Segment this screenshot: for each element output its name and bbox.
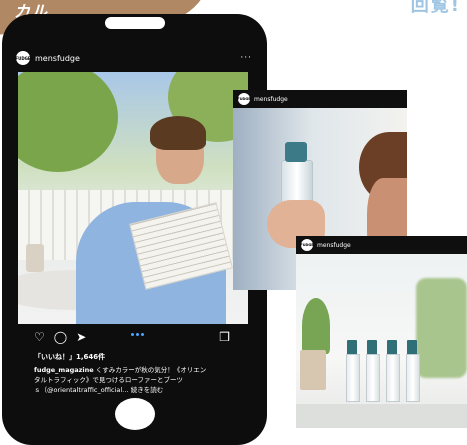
mini-bottle [386, 354, 400, 402]
avatar[interactable]: FUDGE [15, 51, 31, 65]
post-photo [18, 72, 248, 324]
person-hair [150, 116, 206, 150]
caption-username[interactable]: fudge_magazine [34, 366, 94, 374]
carousel-dots [131, 333, 144, 336]
plant [302, 298, 330, 354]
heart-icon[interactable]: ♡ [34, 330, 45, 344]
post-header: FUDGE mensfudge ··· [15, 47, 256, 69]
top-right-heading: 回覧! [410, 0, 461, 16]
post-caption: fudge_magazine くすみカラーが秋の気分！《オリエン タルトラフィッ… [34, 365, 246, 395]
plant-pot [300, 350, 326, 390]
background-greenery [416, 278, 467, 378]
shelf [296, 404, 467, 428]
avatar[interactable]: FUDGE [300, 239, 314, 251]
mini-bottle [366, 354, 380, 402]
post-card-bottles: FUDGE mensfudge [296, 236, 467, 428]
post-handle[interactable]: mensfudge [35, 54, 80, 63]
home-button[interactable] [115, 398, 155, 430]
phone-notch [105, 17, 165, 29]
card-header: FUDGE mensfudge [296, 236, 467, 254]
avatar[interactable]: FUDGE [237, 93, 251, 105]
mini-bottle [406, 354, 420, 402]
bookmark-icon[interactable]: ❒ [219, 330, 230, 344]
card-handle[interactable]: mensfudge [317, 242, 351, 249]
card-handle[interactable]: mensfudge [254, 96, 288, 103]
card-header: FUDGE mensfudge [233, 90, 407, 108]
mini-bottle [346, 354, 360, 402]
phone-frame: FUDGE mensfudge ··· ♡ ◯ ➤ ❒ 「いいね！」1,646件… [2, 14, 267, 445]
tree-foliage [18, 72, 118, 172]
post-actions: ♡ ◯ ➤ ❒ [34, 330, 239, 344]
comment-icon[interactable]: ◯ [54, 330, 67, 344]
more-options-icon[interactable]: ··· [240, 53, 252, 63]
share-icon[interactable]: ➤ [76, 330, 86, 344]
likes-count[interactable]: 「いいね！」1,646件 [34, 352, 105, 362]
bottles-photo [296, 254, 467, 428]
bottle-cap [285, 142, 307, 162]
plant-pot [26, 244, 44, 272]
